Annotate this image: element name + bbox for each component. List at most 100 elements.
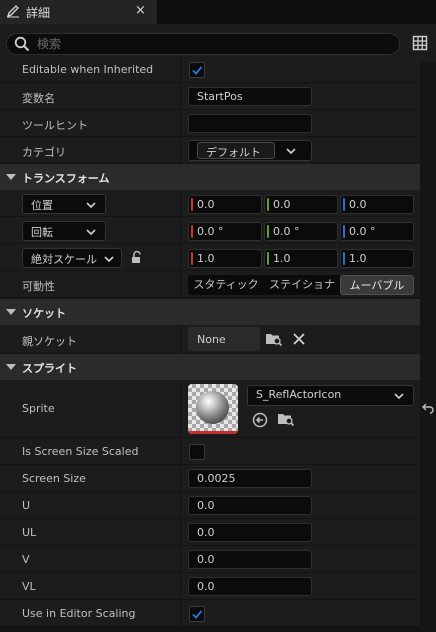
row-scale: 絶対スケール 1.0 1.0 1.0 — [0, 244, 420, 271]
scale-x-field[interactable]: 1.0 — [188, 249, 262, 268]
u-label: U — [22, 499, 31, 512]
scale-y-value: 1.0 — [273, 252, 291, 265]
browse-icon[interactable] — [265, 331, 283, 350]
use-selected-icon[interactable] — [252, 412, 268, 431]
use-in-editor-scaling-checkbox[interactable] — [189, 606, 205, 622]
is-screen-size-scaled-label: Is Screen Size Scaled — [22, 445, 139, 458]
row-category: カテゴリ デフォルト — [0, 137, 420, 164]
scale-z-value: 1.0 — [349, 252, 367, 265]
chevron-down-icon — [86, 202, 96, 209]
sprite-asset-name: S_ReflActorIcon — [256, 388, 342, 401]
column-divider — [180, 438, 181, 464]
scale-mode-dropdown[interactable]: 絶対スケール — [22, 248, 122, 268]
screen-size-label: Screen Size — [22, 472, 86, 485]
screen-size-field[interactable]: 0.0025 — [188, 469, 312, 488]
tab-details[interactable]: 詳細 × — [0, 0, 157, 24]
rotation-x-value: 0.0 ° — [197, 225, 224, 238]
column-divider — [180, 271, 181, 297]
row-is-screen-size-scaled: Is Screen Size Scaled — [0, 438, 420, 465]
row-parent-socket: 親ソケット None — [0, 325, 420, 354]
rotation-x-field[interactable]: 0.0 ° — [188, 222, 262, 241]
scale-y-field[interactable]: 1.0 — [264, 249, 338, 268]
ul-field[interactable]: 0.0 — [188, 523, 312, 542]
row-location: 位置 0.0 0.0 0.0 — [0, 190, 420, 217]
v-label: V — [22, 553, 30, 566]
clear-icon[interactable] — [292, 332, 306, 349]
rotation-y-field[interactable]: 0.0 ° — [264, 222, 338, 241]
chevron-down-icon — [86, 229, 96, 236]
variable-name-field[interactable]: StartPos — [188, 87, 312, 106]
x-axis-bar — [191, 252, 193, 265]
expand-arrow-icon — [6, 364, 16, 370]
location-x-value: 0.0 — [197, 198, 215, 211]
mobility-segmented-control: スタティック ステイショナ ムーバブル — [188, 275, 414, 295]
pencil-icon — [6, 4, 20, 21]
is-screen-size-scaled-checkbox[interactable] — [189, 444, 205, 460]
category-text-field[interactable]: デフォルト — [197, 142, 275, 159]
z-axis-bar — [343, 225, 345, 238]
expand-arrow-icon — [6, 309, 16, 315]
u-field[interactable]: 0.0 — [188, 496, 312, 515]
column-divider — [180, 190, 181, 216]
x-axis-bar — [191, 225, 193, 238]
mobility-stationary-button[interactable]: ステイショナ — [264, 275, 340, 295]
location-mode-dropdown[interactable]: 位置 — [22, 194, 106, 214]
parent-socket-field[interactable]: None — [188, 327, 260, 351]
sprite-label: Sprite — [22, 402, 55, 415]
column-divider — [180, 600, 181, 626]
row-use-in-editor-scaling: Use in Editor Scaling — [0, 600, 420, 627]
location-y-value: 0.0 — [273, 198, 291, 211]
scale-z-field[interactable]: 1.0 — [340, 249, 414, 268]
browse-icon[interactable] — [277, 411, 295, 430]
column-divider — [180, 492, 181, 518]
chevron-down-icon — [286, 148, 296, 155]
section-header-sprite[interactable]: スプライト — [0, 354, 420, 380]
checkmark-icon — [192, 610, 203, 619]
grid-icon[interactable] — [412, 35, 428, 54]
parent-socket-label: 親ソケット — [22, 335, 77, 348]
mobility-static-button[interactable]: スタティック — [188, 275, 264, 295]
search-input[interactable] — [37, 36, 377, 52]
row-tooltip: ツールヒント — [0, 110, 420, 137]
tab-title: 詳細 — [26, 6, 51, 20]
editable-when-inherited-checkbox[interactable] — [189, 62, 205, 78]
sprite-asset-dropdown[interactable]: S_ReflActorIcon — [247, 385, 414, 406]
rotation-mode-label: 回転 — [31, 226, 53, 239]
parent-socket-value: None — [197, 333, 226, 346]
vl-field[interactable]: 0.0 — [188, 577, 312, 596]
section-title-socket: ソケット — [22, 307, 66, 320]
v-field[interactable]: 0.0 — [188, 550, 312, 569]
asset-type-color-bar — [188, 431, 238, 434]
row-rotation: 回転 0.0 ° 0.0 ° 0.0 ° — [0, 217, 420, 244]
section-header-socket[interactable]: ソケット — [0, 299, 420, 325]
location-z-field[interactable]: 0.0 — [340, 195, 414, 214]
checkmark-icon — [192, 66, 203, 75]
rotation-mode-dropdown[interactable]: 回転 — [22, 221, 106, 241]
rotation-y-value: 0.0 ° — [273, 225, 300, 238]
reset-arrow-icon[interactable] — [421, 402, 435, 417]
category-dropdown[interactable]: デフォルト — [188, 140, 312, 161]
section-header-transform[interactable]: トランスフォーム — [0, 164, 420, 190]
rotation-z-field[interactable]: 0.0 ° — [340, 222, 414, 241]
ul-label: UL — [22, 526, 37, 539]
row-screen-size: Screen Size 0.0025 — [0, 465, 420, 492]
y-axis-bar — [267, 252, 269, 265]
sphere-icon — [196, 391, 229, 424]
location-x-field[interactable]: 0.0 — [188, 195, 262, 214]
column-divider — [180, 546, 181, 572]
mobility-label: 可動性 — [22, 280, 55, 293]
column-divider — [180, 83, 181, 109]
search-box[interactable] — [6, 33, 400, 55]
scale-x-value: 1.0 — [197, 252, 215, 265]
sprite-thumbnail[interactable] — [188, 384, 238, 434]
tooltip-field[interactable] — [188, 114, 312, 133]
location-y-field[interactable]: 0.0 — [264, 195, 338, 214]
row-vl: VL 0.0 — [0, 573, 420, 600]
column-divider — [180, 137, 181, 163]
rotation-z-value: 0.0 ° — [349, 225, 376, 238]
close-icon[interactable]: × — [135, 3, 146, 18]
lock-icon[interactable] — [130, 250, 144, 267]
column-divider — [180, 110, 181, 136]
mobility-movable-button[interactable]: ムーバブル — [340, 275, 414, 295]
tooltip-label: ツールヒント — [22, 119, 88, 132]
